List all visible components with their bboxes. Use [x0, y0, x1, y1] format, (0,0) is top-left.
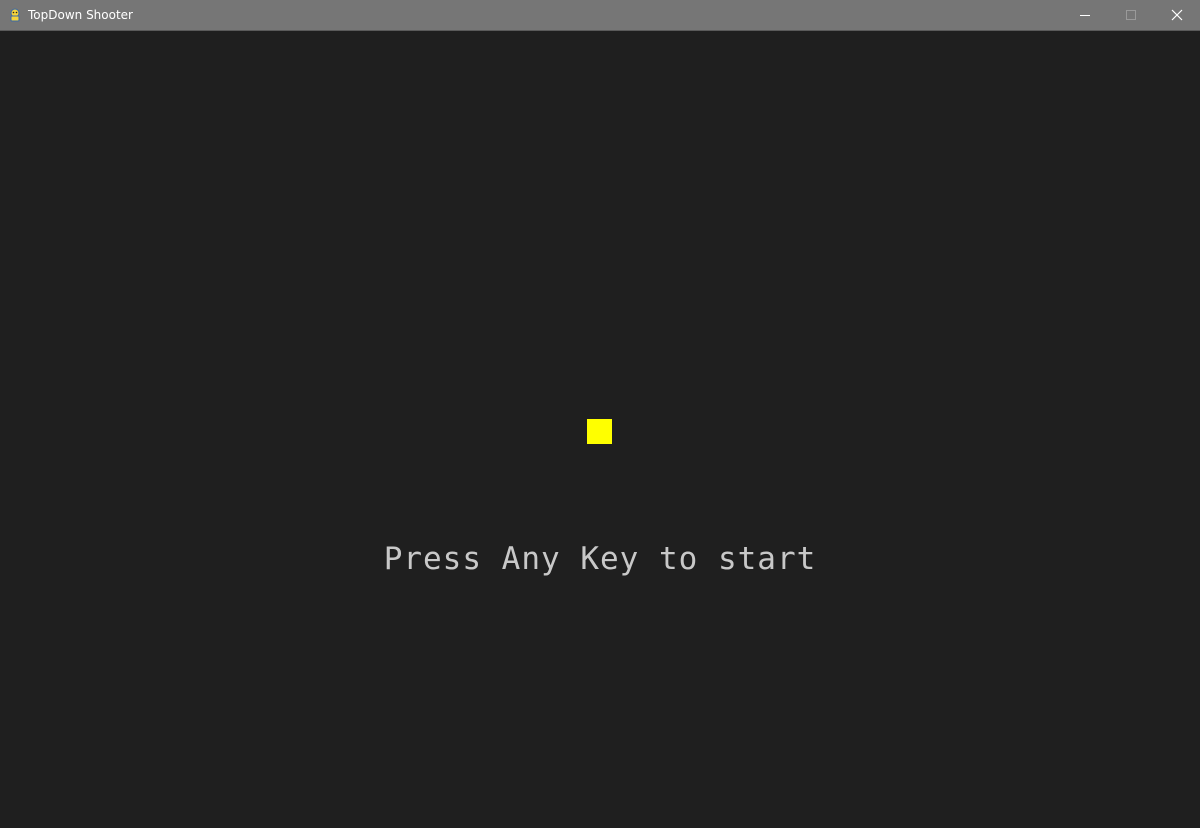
- minimize-icon: [1080, 15, 1090, 16]
- game-canvas[interactable]: Press Any Key to start: [0, 31, 1200, 828]
- player-square: [587, 419, 612, 444]
- game-window: TopDown Shooter Press Any Key to start: [0, 0, 1200, 828]
- close-icon: [1171, 9, 1183, 21]
- window-title: TopDown Shooter: [28, 8, 133, 22]
- minimize-button[interactable]: [1062, 0, 1108, 30]
- title-bar[interactable]: TopDown Shooter: [0, 0, 1200, 31]
- close-button[interactable]: [1154, 0, 1200, 30]
- pygame-snake-icon: [10, 8, 20, 22]
- maximize-icon: [1126, 10, 1136, 20]
- start-prompt: Press Any Key to start: [383, 541, 817, 577]
- maximize-button[interactable]: [1108, 0, 1154, 30]
